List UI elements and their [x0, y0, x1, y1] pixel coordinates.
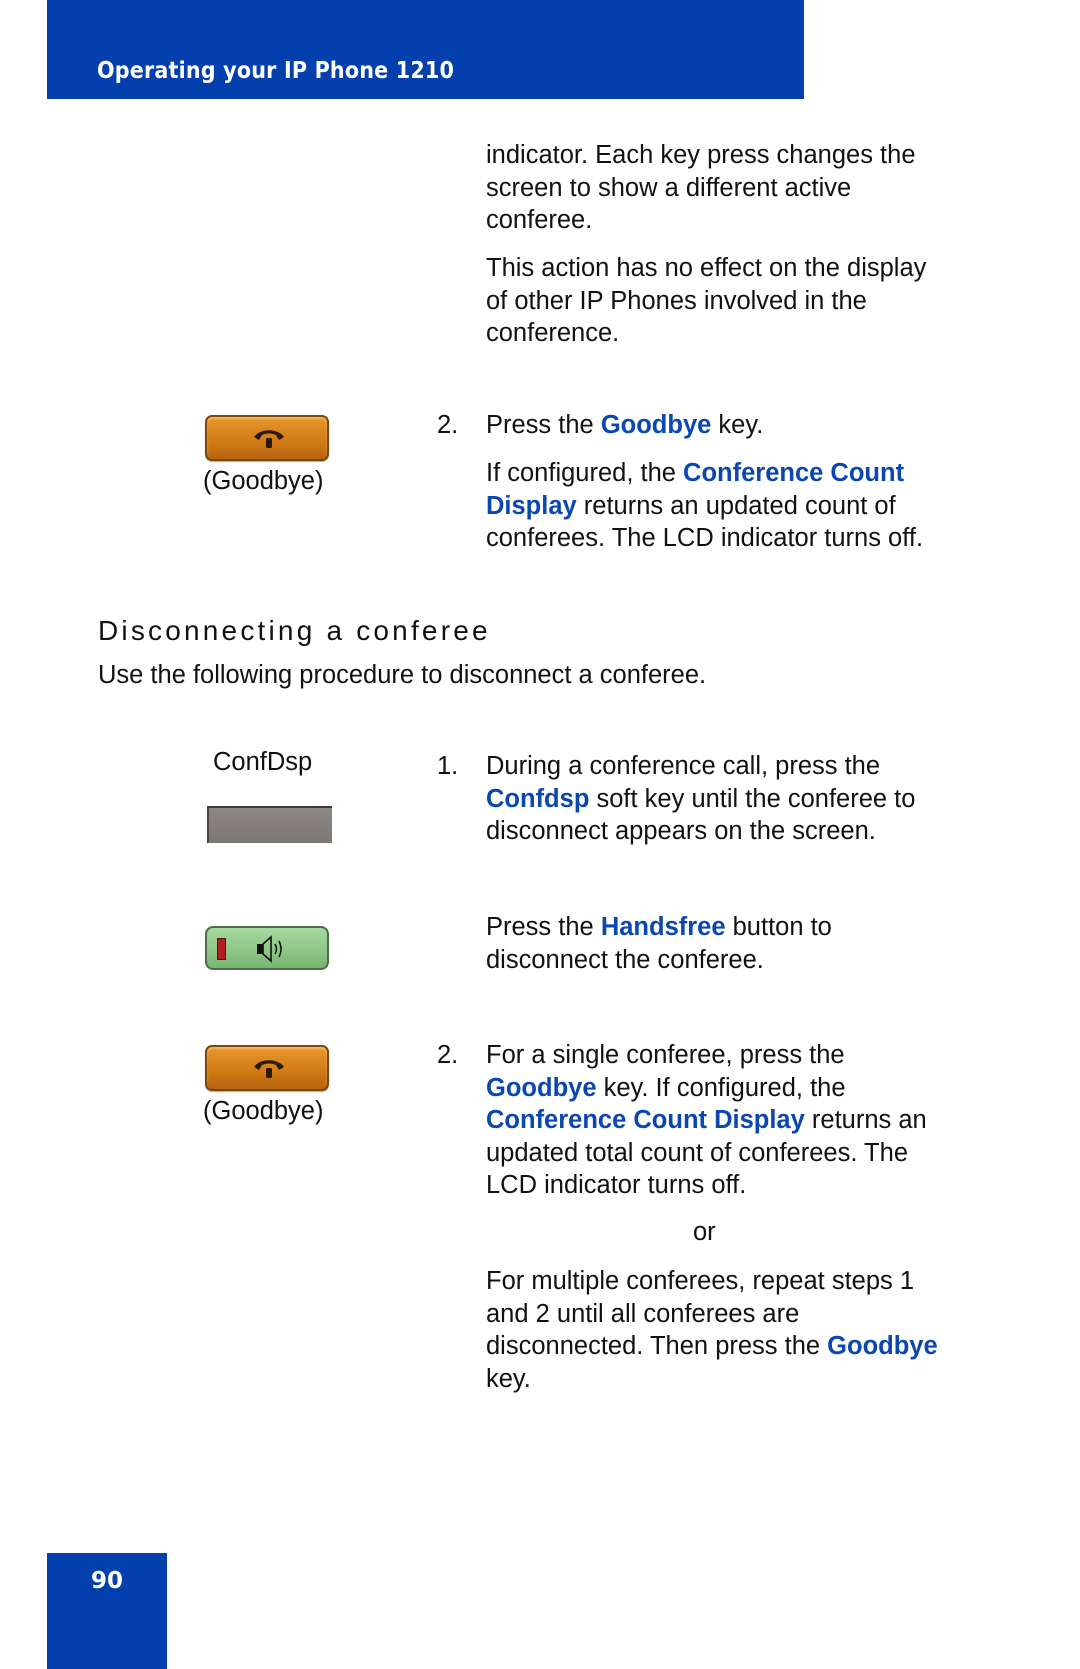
text-line: For a single conferee, press the [486, 1041, 845, 1069]
section-intro: Use the following procedure to disconnec… [98, 661, 707, 689]
keyword-display: Display [486, 491, 577, 520]
goodbye-key-caption: (Goodbye) [203, 1097, 324, 1125]
text-line: Press the Handsfree button to [486, 913, 832, 941]
step2-single-conferee: For a single conferee, press the Goodbye… [486, 1039, 927, 1202]
text-line: of other IP Phones involved in the [486, 286, 867, 315]
text-line: disconnect the conferee. [486, 945, 764, 974]
para-indicator-continued: indicator. Each key press changes the sc… [486, 139, 916, 237]
confdsp-key-label: ConfDsp [213, 748, 313, 776]
text-line: indicator. Each key press changes the [486, 141, 916, 169]
text-line: key. [486, 1364, 531, 1393]
section-heading: Disconnecting a conferee [98, 615, 491, 646]
para-conference-count: If configured, the Conference Count Disp… [486, 457, 923, 555]
step-number: 2. [437, 411, 459, 439]
keyword-goodbye: Goodbye [486, 1073, 597, 1102]
goodbye-key-caption: (Goodbye) [203, 467, 324, 495]
text-line: Conference Count Display returns an [486, 1106, 927, 1134]
text-line: updated total count of conferees. The [486, 1138, 908, 1167]
text-line: Confdsp soft key until the conferee to [486, 784, 916, 813]
text-line: Display returns an updated count of [486, 491, 896, 520]
text-line: disconnected. Then press the Goodbye [486, 1332, 938, 1360]
text-line: conference. [486, 319, 620, 347]
text-line: LCD indicator turns off. [486, 1171, 747, 1199]
page-number: 90 [90, 1568, 123, 1594]
text-line: This action has no effect on the display [486, 254, 927, 282]
hang-up-phone-icon [254, 430, 284, 448]
speaker-icon [257, 935, 282, 963]
keyword-goodbye: Goodbye [600, 411, 712, 439]
text-line: conferee. [486, 206, 593, 234]
keyword-conference-count: Conference Count [683, 459, 905, 487]
text-line: During a conference call, press the [486, 752, 881, 780]
keyword-handsfree: Handsfree [600, 913, 726, 941]
handsfree-led-indicator [217, 938, 226, 960]
para-handsfree: Press the Handsfree button to disconnect… [486, 911, 832, 976]
goodbye-key-button[interactable] [205, 415, 329, 461]
or-separator: or [693, 1218, 716, 1246]
text-line: For multiple conferees, repeat steps 1 [486, 1267, 915, 1295]
para-multiple-conferees: For multiple conferees, repeat steps 1 a… [486, 1265, 938, 1395]
keyword-goodbye: Goodbye [827, 1332, 938, 1360]
para-no-effect: This action has no effect on the display… [486, 252, 926, 350]
step-number: 2. [437, 1041, 459, 1069]
running-header-title: Operating your IP Phone 1210 [97, 58, 455, 84]
text-line: disconnect appears on the screen. [486, 817, 876, 845]
confdsp-soft-key[interactable] [207, 806, 332, 843]
handsfree-key-button[interactable] [205, 926, 329, 970]
goodbye-key-button[interactable] [205, 1045, 329, 1091]
text-line: If configured, the Conference Count [486, 459, 905, 487]
step-number: 1. [437, 752, 459, 780]
text-line: conferees. The LCD indicator turns off. [486, 524, 924, 552]
step2-press-goodbye: Press the Goodbye key. [486, 411, 764, 439]
hang-up-phone-icon [254, 1060, 284, 1078]
header-band [47, 0, 804, 99]
step1-confdsp: During a conference call, press the Conf… [486, 750, 915, 848]
keyword-conference-count-display: Conference Count Display [486, 1106, 805, 1134]
keyword-confdsp: Confdsp [486, 784, 590, 813]
text-line: and 2 until all conferees are [486, 1299, 800, 1328]
text-line: Goodbye key. If configured, the [486, 1073, 846, 1102]
text-line: screen to show a different active [486, 173, 852, 202]
